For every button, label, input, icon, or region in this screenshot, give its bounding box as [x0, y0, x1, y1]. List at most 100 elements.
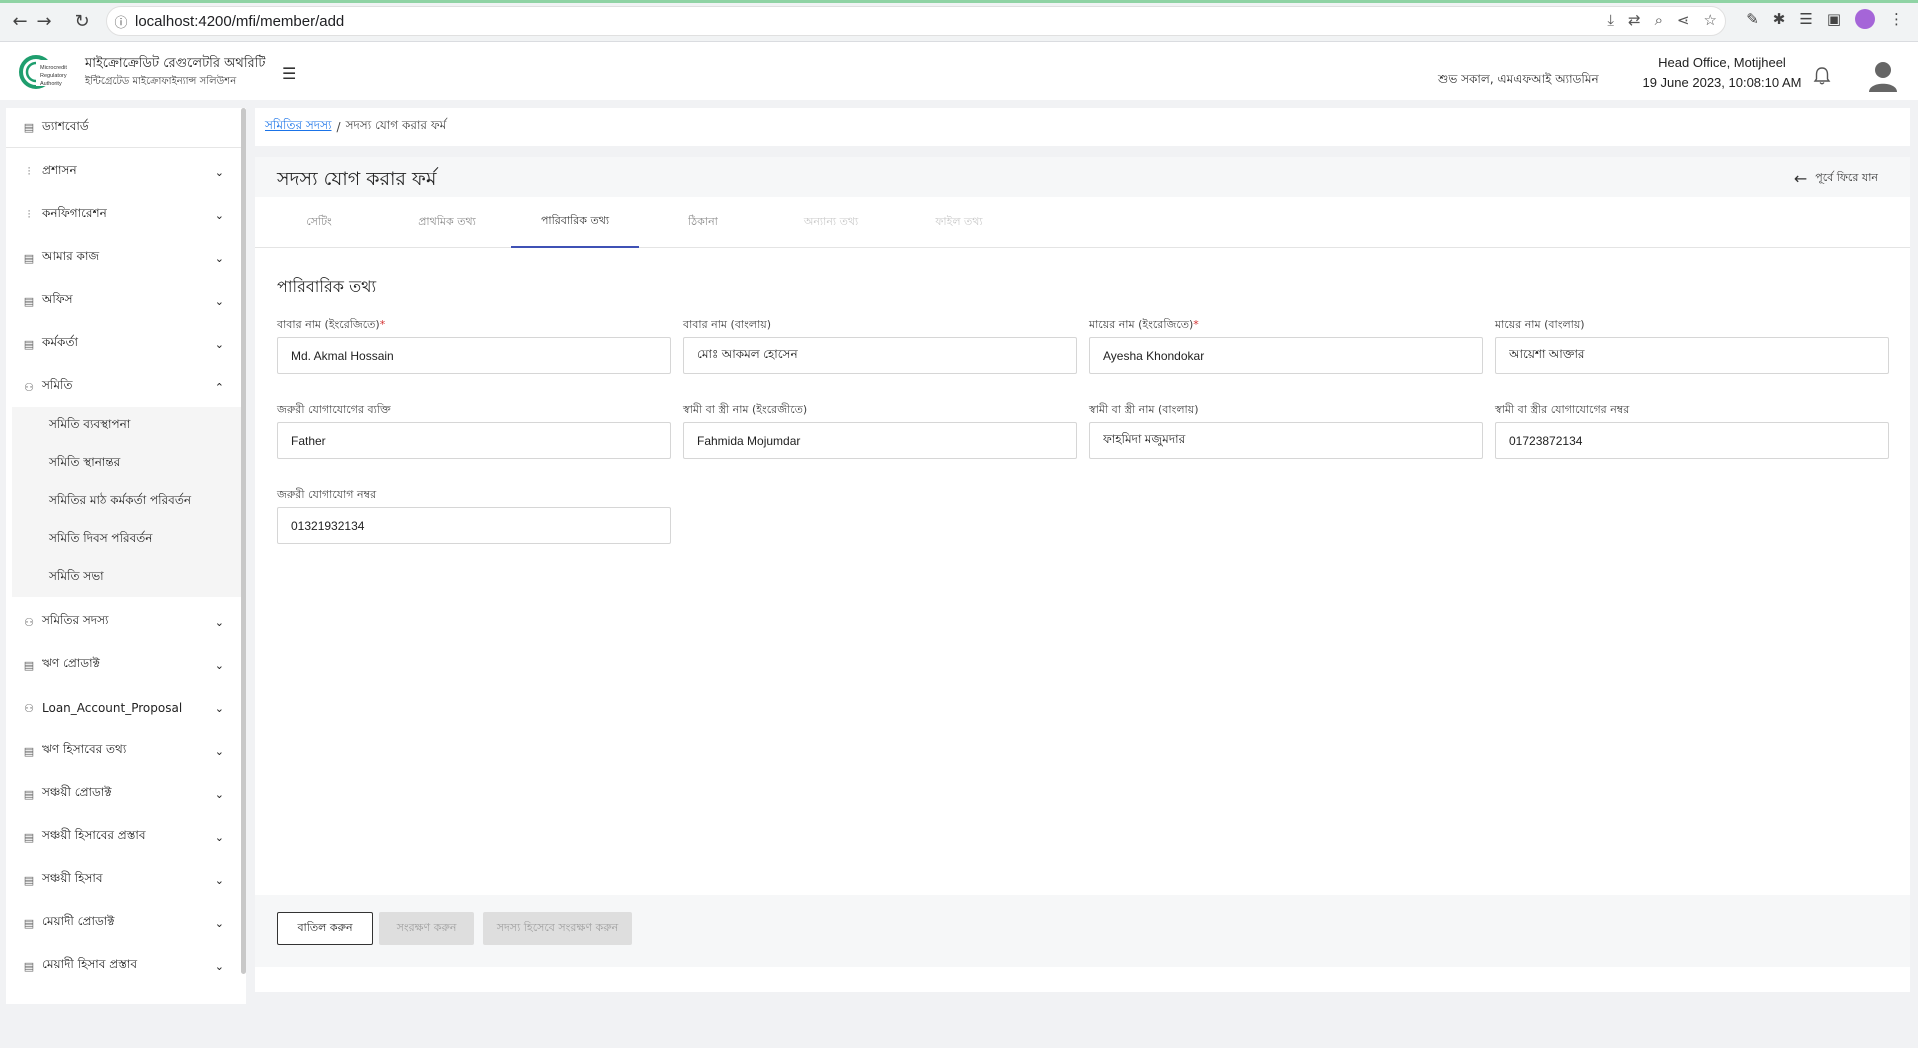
sidebar-item-administration[interactable]: ⫶ প্রশাসন ⌄ [6, 152, 246, 192]
spouse-name-en-input[interactable] [683, 422, 1077, 459]
bookmark-star-icon[interactable]: ☆ [1704, 11, 1717, 29]
group-icon: ⚇ [24, 701, 34, 715]
chevron-down-icon: ⌄ [214, 615, 224, 629]
doc-icon: ▤ [23, 916, 35, 930]
doc-icon: ▤ [23, 337, 35, 351]
tab-address[interactable]: ঠিকানা [639, 197, 767, 248]
install-icon[interactable]: ⤓ [1607, 11, 1614, 29]
sidebar-item-savings-product[interactable]: ▤ সঞ্চয়ী প্রোডাক্ট ⌄ [6, 774, 246, 814]
main-content: সদস্য যোগ করার ফর্ম ← পূর্বে ফিরে যান সে… [255, 157, 1910, 992]
doc-icon: ▤ [23, 873, 35, 887]
cancel-button[interactable]: বাতিল করুন [277, 912, 373, 945]
site-info-icon[interactable]: ⓘ [107, 12, 135, 31]
forward-arrow-icon[interactable]: → [32, 9, 56, 33]
sidebar-item-savings-account-proposal[interactable]: ▤ সঞ্চয়ী হিসাবের প্রস্তাব ⌄ [6, 817, 246, 857]
svg-text:Microcredit: Microcredit [40, 65, 67, 71]
sidebar-item-samity[interactable]: ⚇ সমিতি ⌃ [6, 367, 246, 407]
doc-icon: ▤ [23, 787, 35, 801]
reading-list-icon[interactable]: ☰ [1799, 10, 1812, 28]
submenu-item-samity-meeting[interactable]: সমিতি সভা [12, 559, 242, 597]
sidebar-scrollbar[interactable] [241, 108, 246, 974]
page-title: সদস্য যোগ করার ফর্ম [277, 168, 437, 190]
submenu-item-field-officer-change[interactable]: সমিতির মাঠ কর্মকর্তা পরিবর্তন [12, 483, 242, 521]
save-button: সংরক্ষণ করুন [379, 912, 474, 945]
sidebar-item-loan-account-proposal[interactable]: ⚇ Loan_Account_Proposal ⌄ [6, 688, 246, 728]
sidebar-item-label: আমার কাজ [42, 249, 100, 263]
father-name-bn-input[interactable] [683, 337, 1077, 374]
emergency-contact-person-input[interactable] [277, 422, 671, 459]
father-name-en-label: বাবার নাম (ইংরেজিতে)* [277, 316, 385, 335]
sidebar-item-term-account-proposal[interactable]: ▤ মেয়াদী হিসাব প্রস্তাব ⌄ [6, 946, 246, 986]
back-arrow-icon[interactable]: ← [8, 9, 32, 33]
sliders-icon: ⫶ [27, 165, 31, 178]
submenu-item-samity-transfer[interactable]: সমিতি স্থানান্তর [12, 445, 242, 483]
spouse-name-bn-input[interactable] [1089, 422, 1483, 459]
group-icon: ⚇ [24, 615, 34, 629]
mother-name-bn-label: মায়ের নাম (বাংলায়) [1495, 318, 1585, 331]
sidebar-item-savings-account[interactable]: ▤ সঞ্চয়ী হিসাব ⌄ [6, 860, 246, 900]
spouse-contact-number-input[interactable] [1495, 422, 1889, 459]
father-name-en-input[interactable] [277, 337, 671, 374]
browser-menu-icon[interactable]: ⋮ [1889, 10, 1904, 28]
emergency-contact-number-label: জরুরী যোগাযোগ নম্বর [277, 488, 377, 501]
breadcrumb-link-samity-member[interactable]: সমিতির সদস্য [265, 117, 332, 137]
back-button[interactable]: ← পূর্বে ফিরে যান [1794, 169, 1878, 188]
address-url[interactable]: localhost:4200/mfi/member/add [135, 13, 344, 30]
mother-name-bn-input[interactable] [1495, 337, 1889, 374]
submenu-item-samity-management[interactable]: সমিতি ব্যবস্থাপনা [12, 407, 242, 445]
greeting-text: শুভ সকাল, এমএফআই অ্যাডমিন [1438, 72, 1599, 86]
sidebar-item-label: ঋণ হিসাবের তথ্য [42, 742, 127, 756]
doc-icon: ▤ [23, 959, 35, 973]
sidebar-item-configuration[interactable]: ⫶ কনফিগারেশন ⌄ [6, 195, 246, 235]
tab-primary-info[interactable]: প্রাথমিক তথ্য [383, 197, 511, 248]
chevron-down-icon: ⌄ [214, 959, 224, 973]
share-icon[interactable]: ⋖ [1677, 11, 1690, 29]
form-tabs: সেটিং প্রাথমিক তথ্য পারিবারিক তথ্য ঠিকান… [255, 197, 1910, 248]
reload-icon[interactable]: ↻ [70, 9, 94, 33]
sidebar-item-loan-product[interactable]: ▤ ঋণ প্রোডাক্ট ⌄ [6, 645, 246, 685]
chevron-down-icon: ⌄ [214, 873, 224, 887]
page-load-bar [0, 0, 1918, 3]
sidebar-item-my-work[interactable]: ▤ আমার কাজ ⌄ [6, 238, 246, 278]
sidebar-item-office[interactable]: ▤ অফিস ⌄ [6, 281, 246, 321]
menu-toggle-icon[interactable]: ☰ [282, 64, 296, 83]
chevron-down-icon: ⌄ [214, 337, 224, 351]
chevron-down-icon: ⌄ [214, 251, 224, 265]
address-bar[interactable]: ⓘ localhost:4200/mfi/member/add ⤓ ⇄ ⌕ ⋖ … [106, 6, 1726, 36]
dashboard-icon: ▤ [23, 121, 35, 134]
profile-avatar-icon[interactable] [1855, 9, 1875, 29]
breadcrumb-separator: / [336, 120, 341, 134]
chevron-up-icon: ⌃ [214, 380, 224, 394]
app-header: Microcredit Regulatory Authority মাইক্রো… [0, 42, 1918, 100]
required-mark: * [379, 318, 386, 331]
doc-icon: ▤ [23, 744, 35, 758]
chevron-down-icon: ⌄ [214, 701, 224, 715]
sidebar-item-dashboard[interactable]: ▤ ড্যাশবোর্ড [6, 108, 246, 148]
current-datetime: 19 June 2023, 10:08:10 AM [1642, 75, 1802, 90]
sidebar-item-label: Loan_Account_Proposal [42, 701, 183, 715]
translate-icon[interactable]: ⇄ [1628, 11, 1641, 29]
back-button-label: পূর্বে ফিরে যান [1815, 171, 1878, 184]
notification-bell-icon[interactable] [1812, 66, 1832, 86]
form-action-bar: বাতিল করুন সংরক্ষণ করুন সদস্য হিসেবে সংর… [255, 895, 1910, 967]
sidebar-item-label: মেয়াদী প্রোডাক্ট [42, 914, 115, 928]
submenu-item-samity-day-change[interactable]: সমিতি দিবস পরিবর্তন [12, 521, 242, 559]
sidebar-item-term-product[interactable]: ▤ মেয়াদী প্রোডাক্ট ⌄ [6, 903, 246, 943]
sliders-icon: ⫶ [27, 208, 31, 221]
emergency-contact-number-input[interactable] [277, 507, 671, 544]
eyedropper-extension-icon[interactable]: ✎ [1746, 10, 1759, 28]
chevron-down-icon: ⌄ [214, 208, 224, 222]
doc-icon: ▤ [23, 658, 35, 672]
user-avatar-icon[interactable] [1868, 60, 1898, 92]
zoom-icon[interactable]: ⌕ [1655, 11, 1663, 29]
sidebar-item-loan-account-info[interactable]: ▤ ঋণ হিসাবের তথ্য ⌄ [6, 731, 246, 771]
tab-other-info: অন্যান্য তথ্য [803, 215, 859, 228]
mother-name-en-input[interactable] [1089, 337, 1483, 374]
extensions-puzzle-icon[interactable]: ✱ [1773, 10, 1786, 28]
sidebar-item-officer[interactable]: ▤ কর্মকর্তা ⌄ [6, 324, 246, 364]
side-panel-icon[interactable]: ▣ [1827, 10, 1841, 28]
sidebar-item-samity-member[interactable]: ⚇ সমিতির সদস্য ⌄ [6, 602, 246, 642]
doc-icon: ▤ [23, 830, 35, 844]
tab-setting[interactable]: সেটিং [255, 197, 383, 248]
tab-family-info[interactable]: পারিবারিক তথ্য [511, 197, 639, 248]
